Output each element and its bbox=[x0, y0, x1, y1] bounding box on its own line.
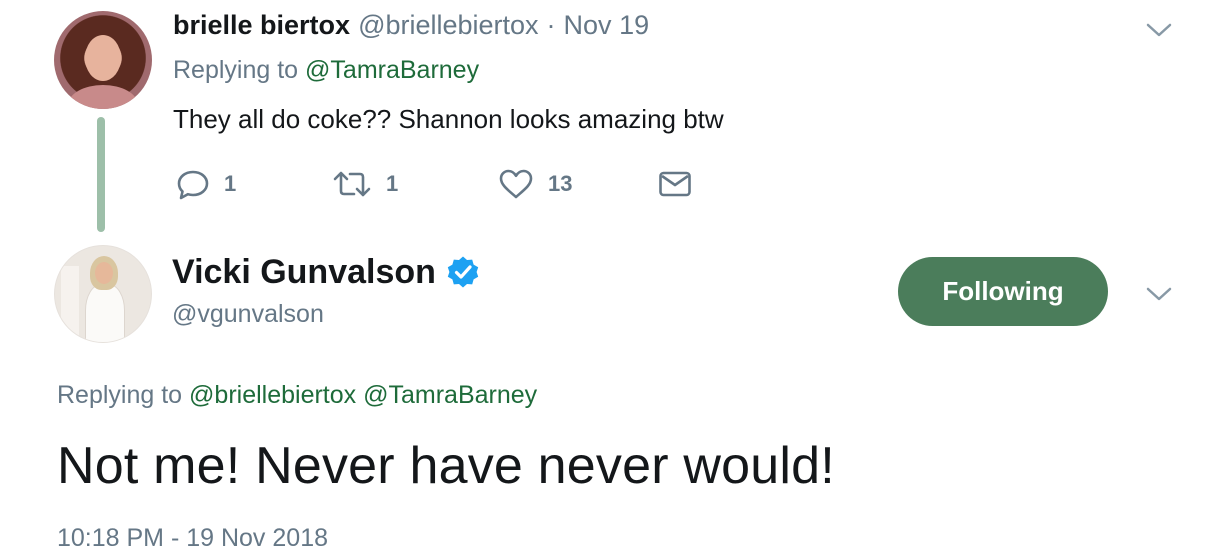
parent-tweet-menu-button[interactable] bbox=[1139, 10, 1179, 50]
author-display-name[interactable]: Vicki Gunvalson bbox=[172, 253, 436, 292]
parent-date[interactable]: Nov 19 bbox=[564, 10, 650, 41]
header-separator: · bbox=[546, 9, 556, 40]
retweet-icon bbox=[333, 171, 371, 197]
thread-line bbox=[97, 117, 105, 232]
chevron-down-icon bbox=[1146, 287, 1172, 301]
parent-replying-to: Replying to @TamraBarney bbox=[173, 56, 479, 85]
envelope-icon bbox=[659, 171, 691, 197]
mention-link[interactable]: @TamraBarney bbox=[305, 56, 479, 84]
following-button[interactable]: Following bbox=[898, 257, 1108, 326]
mention-link-tamrabarney[interactable]: @TamraBarney bbox=[363, 381, 537, 409]
main-replying-to: Replying to @briellebiertox @TamraBarney bbox=[57, 381, 537, 410]
replying-to-label: Replying to bbox=[57, 381, 183, 409]
avatar-vicki[interactable] bbox=[54, 245, 152, 343]
mention-link-briellebiertox[interactable]: @briellebiertox bbox=[189, 381, 356, 409]
author-handle[interactable]: @vgunvalson bbox=[172, 300, 324, 329]
reply-button[interactable]: 1 bbox=[176, 164, 236, 204]
chevron-down-icon bbox=[1146, 23, 1172, 37]
verified-badge-icon bbox=[446, 255, 480, 289]
heart-icon bbox=[499, 169, 533, 199]
tweet-timestamp[interactable]: 10:18 PM - 19 Nov 2018 bbox=[57, 524, 328, 553]
parent-display-name[interactable]: brielle biertox bbox=[173, 10, 350, 41]
retweet-button[interactable]: 1 bbox=[332, 164, 398, 204]
like-count: 13 bbox=[548, 171, 573, 196]
parent-handle[interactable]: @briellebiertox bbox=[358, 10, 538, 41]
like-button[interactable]: 13 bbox=[498, 164, 572, 204]
replying-to-label: Replying to bbox=[173, 56, 299, 84]
tweet-menu-button[interactable] bbox=[1139, 274, 1179, 314]
main-tweet-text: Not me! Never have never would! bbox=[57, 437, 835, 495]
direct-message-button[interactable] bbox=[658, 164, 692, 204]
parent-tweet-text: They all do coke?? Shannon looks amazing… bbox=[173, 104, 724, 134]
author-name-row: Vicki Gunvalson bbox=[172, 250, 480, 294]
reply-icon bbox=[177, 170, 209, 200]
reply-count: 1 bbox=[224, 171, 237, 196]
avatar-brielle[interactable] bbox=[54, 11, 152, 109]
retweet-count: 1 bbox=[386, 171, 399, 196]
parent-tweet-header: brielle biertox @briellebiertox · Nov 19 bbox=[173, 8, 649, 42]
